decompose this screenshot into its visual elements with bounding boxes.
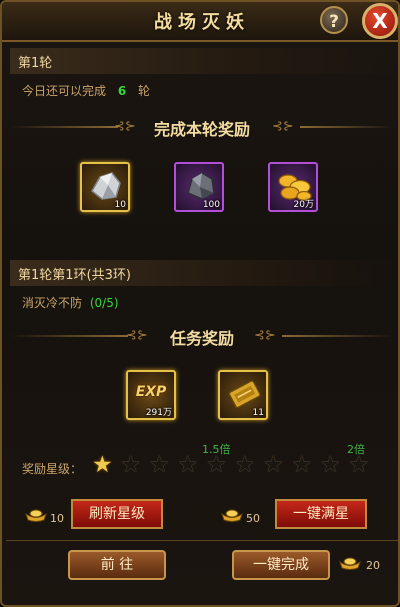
complete-cost: 20 <box>366 559 380 572</box>
round-header: 第1轮 <box>18 56 53 71</box>
exp-icon: EXP <box>135 384 167 400</box>
max-stars-cost: 50 <box>246 512 260 525</box>
gold-ticket-icon <box>228 380 261 408</box>
remaining-line: 今日还可以完成 6 轮 <box>22 82 150 99</box>
reward-item-exp[interactable]: EXP 291万 <box>126 370 176 420</box>
star-empty-icon: ★ <box>291 452 313 478</box>
help-button[interactable]: ? <box>320 6 348 34</box>
reward-quantity: 100 <box>202 200 220 210</box>
star-empty-icon: ★ <box>177 452 199 478</box>
star-rating-label: 奖励星级： <box>22 462 83 476</box>
task-text: 消灭冷不防 <box>22 296 83 310</box>
star-empty-icon: ★ <box>149 452 170 478</box>
round-rewards-divider: ⊰⊱ ⊰⊱ 完成本轮奖励 <box>10 115 394 139</box>
reward-quantity: 11 <box>252 408 264 418</box>
ring-header-bar: 第1轮第1环(共3环) <box>10 260 394 286</box>
gold-ingot-icon <box>339 557 361 570</box>
silver-ore-icon <box>91 172 121 200</box>
reward-item-gold-coins[interactable]: 20万 <box>268 162 318 212</box>
star-empty-icon: ★ <box>348 452 370 478</box>
reward-quantity: 20万 <box>293 200 314 210</box>
remaining-count: 6 <box>117 84 127 98</box>
task-progress: (0/5) <box>89 296 119 310</box>
star-empty-icon: ★ <box>206 452 227 478</box>
refresh-stars-button[interactable]: 刷新星级 <box>71 499 163 529</box>
footer-divider <box>6 540 398 541</box>
round-header-bar: 第1轮 <box>10 48 394 74</box>
goto-button[interactable]: 前 往 <box>68 550 166 580</box>
refresh-cost: 10 <box>50 512 64 525</box>
star-empty-icon: ★ <box>263 452 284 478</box>
round-rewards-title: 完成本轮奖励 <box>153 120 250 139</box>
battle-panel: 战场灭妖 ? X 第1轮 今日还可以完成 6 轮 ⊰⊱ ⊰⊱ 完成本轮奖励 10… <box>0 0 400 607</box>
star-empty-icon: ★ <box>120 452 142 478</box>
complete-all-button[interactable]: 一键完成 <box>232 550 330 580</box>
reward-item-gold-ticket[interactable]: 11 <box>218 370 268 420</box>
task-rewards-divider: ⊰⊱ ⊰⊱ 任务奖励 <box>10 324 394 348</box>
gold-ingot-icon <box>25 509 47 522</box>
reward-quantity: 291万 <box>145 408 172 418</box>
max-stars-button[interactable]: 一键满星 <box>275 499 367 529</box>
dark-ore-icon <box>187 172 215 200</box>
close-button[interactable]: X <box>362 3 398 39</box>
title-bar: 战场灭妖 ? X <box>2 2 398 42</box>
star-empty-icon: ★ <box>320 452 341 478</box>
task-line: 消灭冷不防 (0/5) <box>22 294 119 311</box>
remaining-suffix: 轮 <box>138 84 151 98</box>
star-filled-icon: ★ <box>92 452 113 478</box>
remaining-prefix: 今日还可以完成 <box>22 84 107 98</box>
reward-quantity: 10 <box>114 200 126 210</box>
reward-item-dark-ore[interactable]: 100 <box>174 162 224 212</box>
ring-header: 第1轮第1环(共3环) <box>18 268 131 283</box>
gold-ingot-icon <box>221 509 243 522</box>
star-empty-icon: ★ <box>234 452 256 478</box>
task-rewards-title: 任务奖励 <box>169 329 234 348</box>
reward-item-silver-ore[interactable]: 10 <box>80 162 130 212</box>
